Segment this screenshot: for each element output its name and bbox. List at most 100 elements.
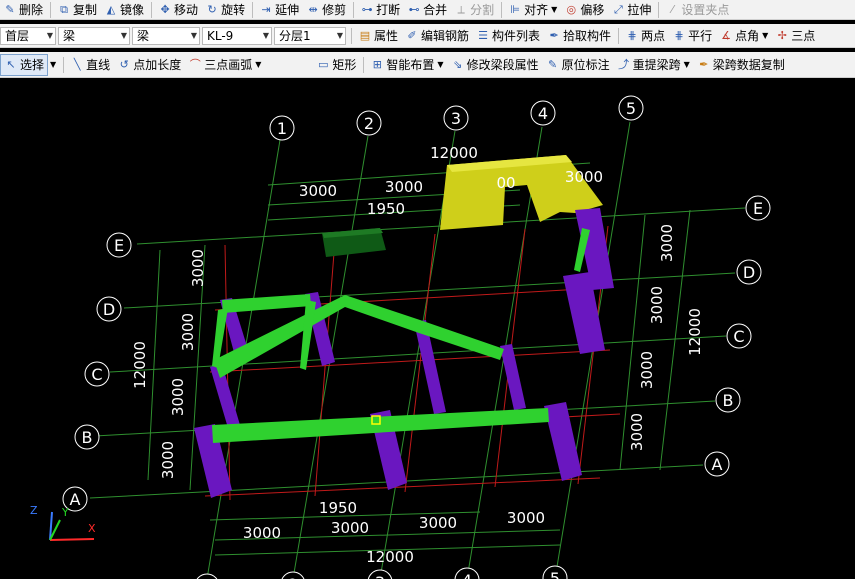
- dim-top-span-2: 3000: [385, 178, 423, 196]
- mirror-button[interactable]: ◭ 镜像: [101, 1, 147, 19]
- parallel-button[interactable]: ⋕ 平行: [669, 27, 715, 45]
- chevron-down-icon: ▼: [683, 60, 690, 69]
- merge-button[interactable]: ⊷ 合并: [404, 1, 450, 19]
- point-length-button[interactable]: ↺ 点加长度: [114, 56, 184, 74]
- three-point-button[interactable]: ✢ 三点: [772, 27, 818, 45]
- two-point-icon: ⋕: [627, 28, 637, 42]
- rotate-button[interactable]: ↻ 旋转: [202, 1, 248, 19]
- span-data-copy-button[interactable]: ✒ 梁跨数据复制: [694, 56, 788, 74]
- delete-button[interactable]: ✎ 删除: [0, 1, 46, 19]
- layer-select[interactable]: 分层1 ▼: [274, 26, 346, 45]
- copy-button[interactable]: ⧉ 复制: [54, 1, 100, 19]
- parallel-icon: ⋕: [674, 28, 684, 42]
- re-extract-span-button[interactable]: ⤴ 重提梁跨 ▼: [614, 56, 693, 74]
- chevron-down-icon: ▼: [551, 5, 558, 14]
- rectangle-button[interactable]: ▭ 矩形: [313, 56, 359, 74]
- offset-icon: ◎: [566, 2, 577, 16]
- toolbar-separator: [618, 27, 620, 44]
- select-button[interactable]: ↖ 选择: [0, 53, 49, 76]
- line-button[interactable]: ╲ 直线: [67, 56, 113, 74]
- in-place-label-button[interactable]: ✎ 原位标注: [543, 56, 613, 74]
- triad-y-label: Y: [61, 506, 69, 519]
- stretch-button[interactable]: ⤢ 拉伸: [608, 1, 654, 19]
- dim-bottom-span-3: 3000: [419, 514, 457, 532]
- merge-icon: ⊷: [408, 2, 420, 16]
- line-icon: ╲: [73, 57, 81, 71]
- dim-left-total: 12000: [131, 341, 149, 389]
- split-button[interactable]: ⟂ 分割: [451, 1, 497, 19]
- select-arrow-icon: ↖: [6, 57, 16, 71]
- stretch-icon: ⤢: [613, 2, 623, 16]
- dim-right-span-2: 3000: [648, 286, 666, 324]
- chevron-down-icon: ▼: [255, 60, 262, 69]
- pick-component-button[interactable]: ✒ 拾取构件: [544, 27, 614, 45]
- in-place-label-icon: ✎: [547, 57, 558, 71]
- dim-top-span-1: 3000: [299, 182, 337, 200]
- smart-layout-icon: ⊞: [372, 57, 382, 71]
- grip-icon: ⁄: [671, 2, 674, 16]
- component-select[interactable]: KL-9 ▼: [202, 26, 272, 45]
- chevron-down-icon: ▼: [120, 31, 127, 40]
- axis-label-3: 3: [451, 109, 461, 128]
- dim-left-span-4: 3000: [159, 441, 177, 479]
- modify-beam-segment-button[interactable]: ⇘ 修改梁段属性: [448, 56, 542, 74]
- toolbar-separator: [50, 1, 52, 18]
- chevron-down-icon: ▼: [437, 60, 444, 69]
- axis-label-1: 1: [277, 119, 287, 138]
- component-toolbar: 首层 ▼ 梁 ▼ 梁 ▼ KL-9 ▼ 分层1 ▼ ▤ 属性 ✐ 编辑钢筋 ☰ 构件列表 ✒ 拾取…: [0, 24, 855, 48]
- dim-right-total: 12000: [686, 308, 704, 356]
- dim-top-extra: 1950: [367, 200, 405, 218]
- chevron-down-icon[interactable]: ▼: [50, 60, 56, 69]
- align-icon: ⊫: [510, 2, 520, 16]
- break-button[interactable]: ⊶ 打断: [357, 1, 403, 19]
- type-select[interactable]: 梁 ▼: [132, 26, 200, 45]
- split-icon: ⟂: [457, 2, 465, 16]
- toolbar-separator: [151, 1, 153, 18]
- extend-button[interactable]: ⇥ 延伸: [256, 1, 302, 19]
- trim-button[interactable]: ⇹ 修剪: [303, 1, 349, 19]
- rotate-icon: ↻: [207, 2, 217, 16]
- set-grip-button[interactable]: ⁄ 设置夹点: [662, 1, 732, 19]
- toolbar-separator: [351, 27, 352, 44]
- 3d-viewport[interactable]: 1 2 3 4 5 E D C B A E D C B A 1: [0, 80, 855, 579]
- toolbar-separator: [252, 1, 254, 18]
- modify-beam-icon: ⇘: [452, 57, 463, 71]
- point-length-icon: ↺: [119, 57, 129, 71]
- move-button[interactable]: ✥ 移动: [155, 1, 201, 19]
- dim-bottom-extra: 1950: [319, 499, 357, 517]
- two-point-button[interactable]: ⋕ 两点: [622, 27, 668, 45]
- trim-icon: ⇹: [308, 2, 318, 16]
- smart-layout-button[interactable]: ⊞ 智能布置 ▼: [367, 56, 446, 74]
- dim-bottom-span-2: 3000: [331, 519, 369, 537]
- edit-toolbar: ✎ 删除 ⧉ 复制 ◭ 镜像 ✥ 移动 ↻ 旋转 ⇥ 延伸 ⇹ 修剪 ⊶ 打断 ⊷ 合并 ⟂ 分割 …: [0, 0, 855, 20]
- three-point-arc-button[interactable]: ⌒ 三点画弧 ▼: [185, 56, 264, 74]
- axis-label-4: 4: [538, 104, 548, 123]
- align-button[interactable]: ⊫ 对齐 ▼: [505, 1, 560, 19]
- properties-button[interactable]: ▤ 属性: [355, 27, 401, 45]
- pick-icon: ✒: [549, 28, 559, 42]
- dim-left-span-1: 3000: [189, 249, 207, 287]
- axis-label-c-right: C: [733, 327, 744, 346]
- dim-right-span-4: 3000: [628, 413, 646, 451]
- component-list-button[interactable]: ☰ 构件列表: [473, 27, 543, 45]
- floor-select[interactable]: 首层 ▼: [0, 26, 56, 45]
- extend-icon: ⇥: [261, 2, 271, 16]
- toolbar-separator: [353, 1, 355, 18]
- axis-label-b-right: B: [723, 391, 734, 410]
- edit-rebar-button[interactable]: ✐ 编辑钢筋: [402, 27, 472, 45]
- axis-label-a-left: A: [70, 490, 81, 509]
- triad-z-label: Z: [30, 504, 38, 517]
- toolbar-separator: [658, 1, 660, 18]
- axis-label-3-bottom: 3: [375, 573, 385, 579]
- three-point-icon: ✢: [777, 28, 787, 42]
- draw-toolbar: ↖ 选择 ▼ ╲ 直线 ↺ 点加长度 ⌒ 三点画弧 ▼ ▭ 矩形 ⊞ 智能布置 ▼ ⇘ 修改梁段属性…: [0, 52, 855, 78]
- dim-top-span-4: 3000: [565, 168, 603, 186]
- axis-label-4-bottom: 4: [462, 571, 472, 579]
- triad-x-label: X: [88, 522, 96, 535]
- dim-left-span-2: 3000: [179, 313, 197, 351]
- point-angle-button[interactable]: ∡ 点角 ▼: [716, 27, 771, 45]
- span-copy-icon: ✒: [699, 57, 709, 71]
- offset-button[interactable]: ◎ 偏移: [561, 1, 607, 19]
- category-select[interactable]: 梁 ▼: [58, 26, 130, 45]
- dim-bottom-total: 12000: [366, 548, 414, 566]
